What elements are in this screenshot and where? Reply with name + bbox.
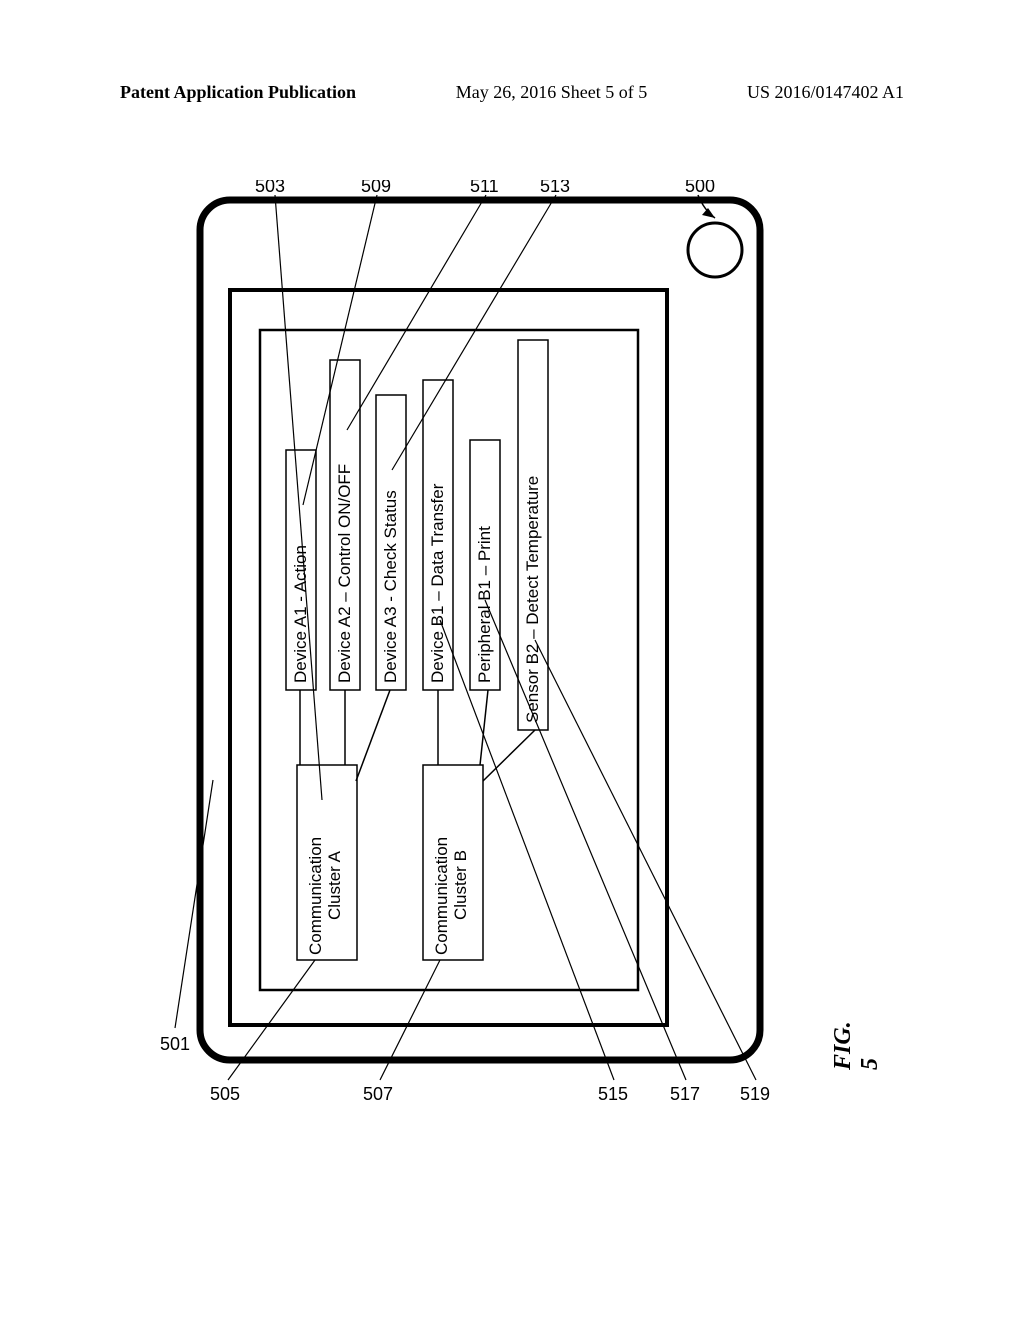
cluster-b-text: Communication Cluster B [432,832,470,955]
svg-text:509: 509 [361,180,391,196]
svg-text:517: 517 [670,1084,700,1104]
ref-503: 503 [255,180,322,800]
ref-505: 505 [210,960,315,1104]
peripheral-b1-box: Peripheral B1 – Print [470,440,500,690]
device-b1-text: Device B1 – Data Transfer [428,483,447,683]
svg-text:513: 513 [540,180,570,196]
svg-text:519: 519 [740,1084,770,1104]
cluster-a-text: Communication Cluster A [306,832,344,955]
ref-519: 519 [535,640,770,1104]
svg-text:515: 515 [598,1084,628,1104]
svg-text:505: 505 [210,1084,240,1104]
svg-text:500: 500 [685,180,715,196]
device-a2-text: Device A2 – Control ON/OFF [335,464,354,683]
ref-507: 507 [363,960,440,1104]
header-publication-label: Patent Application Publication [120,82,356,103]
ref-513: 513 [392,180,570,470]
header-publication-number: US 2016/0147402 A1 [747,82,904,103]
ref-501: 501 [160,780,213,1054]
connector-a3 [356,690,390,781]
svg-text:507: 507 [363,1084,393,1104]
device-a3-box: Device A3 - Check Status [376,395,406,690]
device-a2-box: Device A2 – Control ON/OFF [330,360,360,690]
home-button [688,223,742,277]
figure-svg: Communication Cluster A Communication Cl… [140,180,860,1110]
device-a3-text: Device A3 - Check Status [381,490,400,683]
device-a1-box: Device A1 - Action [286,450,316,690]
svg-text:503: 503 [255,180,285,196]
header-date-sheet: May 26, 2016 Sheet 5 of 5 [456,82,647,103]
cluster-a-box: Communication Cluster A [297,765,357,960]
figure-caption: FIG. 5 [830,1021,884,1070]
svg-text:511: 511 [470,180,499,196]
peripheral-b1-text: Peripheral B1 – Print [475,526,494,683]
figure-container: Communication Cluster A Communication Cl… [140,180,860,1110]
sensor-b2-box: Sensor B2 – Detect Temperature [518,340,548,730]
cluster-b-box: Communication Cluster B [423,765,483,960]
svg-text:501: 501 [160,1034,190,1054]
sensor-b2-text: Sensor B2 – Detect Temperature [523,476,542,723]
page-header: Patent Application Publication May 26, 2… [0,82,1024,103]
